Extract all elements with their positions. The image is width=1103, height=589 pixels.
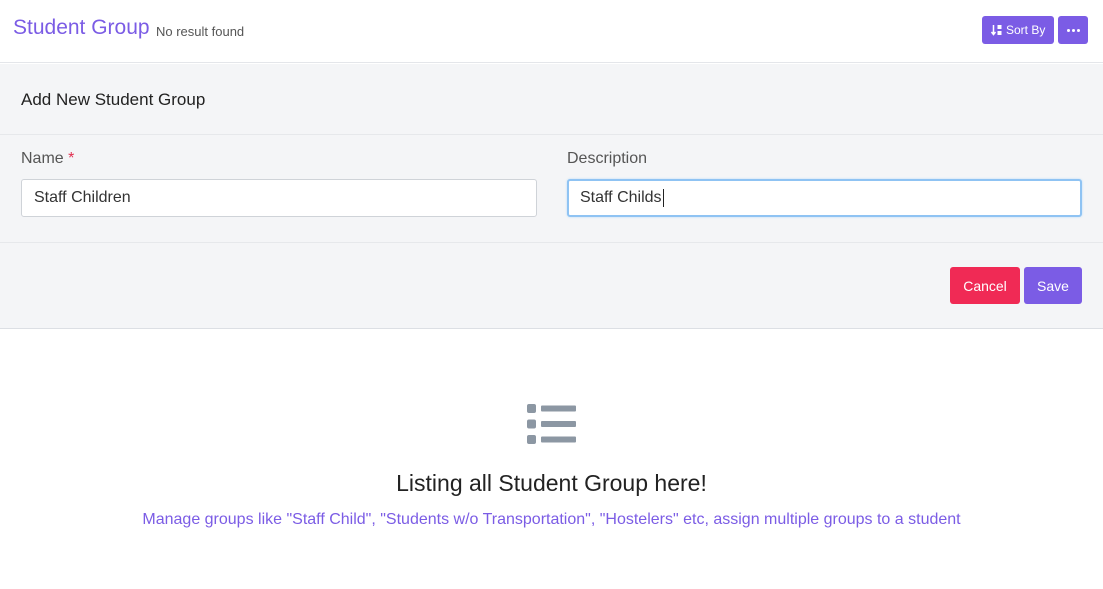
text-caret <box>662 188 664 207</box>
name-label: Name * <box>21 150 74 168</box>
empty-state-subtitle: Manage groups like "Staff Child", "Stude… <box>142 511 961 528</box>
description-label: Description <box>567 150 648 167</box>
cancel-button[interactable]: Cancel <box>950 267 1020 304</box>
required-marker: * <box>68 150 75 167</box>
name-input-value: Staff Children <box>34 189 131 206</box>
form-heading: Add New Student Group <box>21 90 206 109</box>
sort-alpha-icon <box>991 25 1002 36</box>
name-input[interactable]: Staff Children <box>21 179 537 217</box>
divider <box>0 134 1103 135</box>
more-options-button[interactable] <box>1058 16 1088 44</box>
name-label-text: Name <box>21 150 64 167</box>
page-title: Student Group <box>13 16 150 39</box>
description-input[interactable]: Staff Childs <box>567 179 1082 217</box>
save-button[interactable]: Save <box>1024 267 1082 304</box>
top-bar: Student Group No result found Sort By <box>0 0 1103 63</box>
list-icon <box>527 404 576 444</box>
ellipsis-icon <box>1066 28 1080 32</box>
add-student-group-form: Add New Student Group Name * Staff Child… <box>0 64 1103 329</box>
empty-state-title: Listing all Student Group here! <box>396 470 707 496</box>
result-count: No result found <box>156 24 245 39</box>
sort-by-label: Sort By <box>1006 23 1046 37</box>
description-input-value: Staff Childs <box>580 189 662 206</box>
divider <box>0 242 1103 243</box>
sort-by-button[interactable]: Sort By <box>982 16 1055 44</box>
